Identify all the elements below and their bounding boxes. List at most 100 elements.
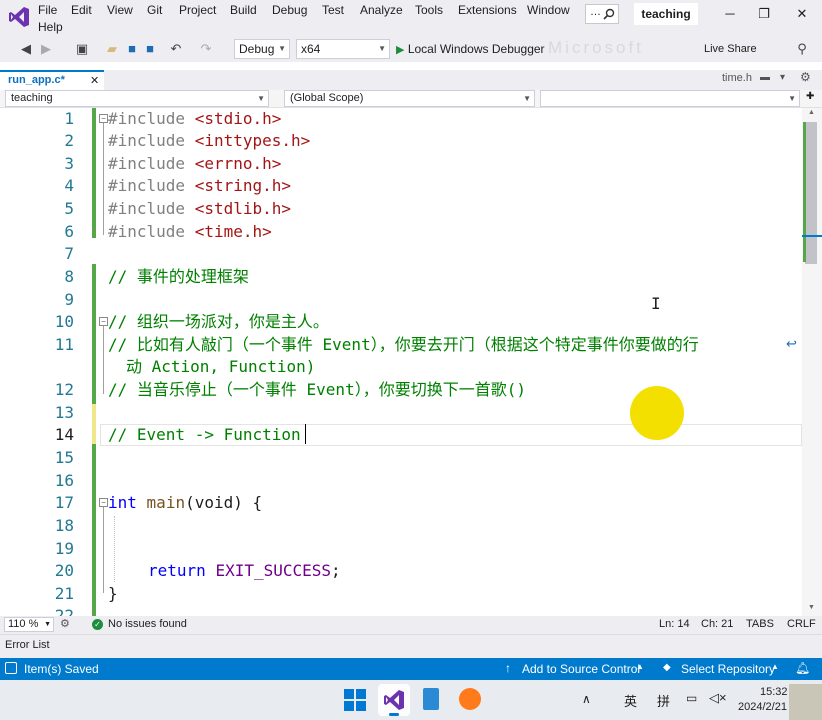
code-line-6: #include <time.h> [108, 222, 272, 241]
error-list-tab[interactable]: Error List [0, 634, 822, 658]
code-editor[interactable]: 1 2 3 4 5 6 7 8 9 10 11 12 13 14 15 16 1… [0, 108, 802, 616]
network-icon[interactable]: ▭ [686, 691, 697, 705]
line-number: 7 [64, 244, 74, 263]
clock-time[interactable]: 15:32 [760, 686, 788, 698]
ime-mode-indicator[interactable]: 拼 [657, 691, 670, 710]
error-list-label[interactable]: Error List [5, 639, 50, 651]
line-number: 2 [64, 131, 74, 150]
clock-date[interactable]: 2024/2/21 [738, 701, 787, 713]
tabs-indicator[interactable]: TABS [746, 618, 774, 630]
collapse-icon[interactable]: − [99, 498, 108, 507]
menu-tools[interactable]: Tools [415, 3, 443, 17]
collapse-icon[interactable]: − [99, 114, 108, 123]
visual-studio-taskbar-button[interactable] [378, 684, 410, 716]
code-line-11: // 比如有人敲门（一个事件 Event），你要去开门（根据这个特定事件你要做的… [108, 335, 699, 354]
restore-button[interactable]: ❐ [752, 4, 776, 24]
line-ending-indicator[interactable]: CRLF [787, 618, 816, 630]
notepad-icon[interactable] [423, 688, 439, 710]
undo-icon[interactable]: ↶ [168, 41, 184, 57]
menu-file[interactable]: File [38, 3, 57, 17]
code-line-10: // 组织一场派对，你是主人。 [108, 312, 329, 331]
line-number: 22 [54, 606, 74, 616]
toolbar: ◀ ▶ ▣ ▰ ■ ■ ↶ ↷ Debug ▼ x64 ▼ ▶ Local Wind… [0, 36, 822, 62]
menu-view[interactable]: View [107, 3, 133, 17]
chevron-down-icon: ▼ [278, 44, 286, 53]
settings-icon[interactable]: ⚙ [800, 70, 811, 84]
split-icon[interactable]: ✚ [806, 91, 814, 102]
scroll-up-icon[interactable]: ▲ [808, 109, 815, 116]
code-line-14: // Event -> Function [108, 425, 301, 444]
notification-bell-icon[interactable]: 🔔︎ [795, 661, 810, 675]
line-number: 1 [64, 109, 74, 128]
menu-git[interactable]: Git [147, 3, 162, 17]
output-icon[interactable] [5, 662, 17, 674]
outline-guide [103, 123, 104, 235]
menu-window[interactable]: Window [527, 3, 570, 17]
redo-icon[interactable]: ↷ [198, 41, 214, 57]
search-box[interactable]: … [585, 4, 619, 24]
code-cleanup-icon[interactable]: ⚙ [60, 617, 70, 630]
tab-list-icon[interactable]: ▾ [780, 72, 785, 83]
menu-edit[interactable]: Edit [71, 3, 92, 17]
line-number: 8 [64, 267, 74, 286]
platform-select[interactable]: x64 ▼ [296, 39, 390, 59]
feedback-icon[interactable]: ⚲ [794, 41, 810, 57]
save-all-icon[interactable]: ■ [142, 41, 158, 57]
minimize-button[interactable]: ─ [718, 4, 742, 24]
line-number: 3 [64, 154, 74, 173]
text-cursor-icon: I [651, 294, 661, 313]
menu-project[interactable]: Project [179, 3, 216, 17]
tab-time-h[interactable]: time.h [722, 72, 752, 84]
start-debugger-button[interactable]: ▶ Local Windows Debugger [396, 40, 545, 58]
code-line-11-wrap: 动 Action, Function) [126, 357, 316, 376]
zoom-select[interactable]: 110 % ▼ [4, 617, 54, 632]
tab-label: run_app.c* [8, 74, 65, 86]
collapse-icon[interactable]: − [99, 317, 108, 326]
scope-select[interactable]: (Global Scope) ▼ [284, 90, 535, 107]
vertical-scrollbar[interactable]: ▲ ▼ [802, 108, 822, 616]
select-repository-button[interactable]: Select Repository [681, 662, 775, 676]
line-number: 10 [54, 312, 74, 331]
issues-status[interactable]: No issues found [108, 618, 187, 630]
configuration-select[interactable]: Debug ▼ [234, 39, 290, 59]
menu-analyze[interactable]: Analyze [360, 3, 403, 17]
pin-icon[interactable]: ▬ [760, 72, 770, 83]
line-number: 11 [54, 335, 74, 354]
close-button[interactable]: ✕ [790, 4, 814, 24]
more-icon: … [590, 6, 601, 18]
line-number: 18 [54, 516, 74, 535]
visual-studio-logo-icon [9, 7, 29, 27]
member-select[interactable]: ▼ [540, 90, 800, 107]
change-indicator [92, 264, 96, 404]
scroll-thumb[interactable] [805, 122, 817, 264]
save-icon[interactable]: ■ [124, 41, 140, 57]
code-line-4: #include <string.h> [108, 176, 292, 195]
close-tab-icon[interactable]: ✕ [90, 74, 99, 87]
project-select[interactable]: teaching ▼ [5, 90, 269, 107]
active-indicator [389, 713, 399, 716]
volume-icon[interactable]: ◁× [709, 690, 727, 706]
firefox-icon[interactable] [459, 688, 481, 710]
save-status: Item(s) Saved [24, 662, 99, 676]
menu-extensions[interactable]: Extensions [458, 3, 517, 17]
ime-language-indicator[interactable]: 英 [624, 691, 637, 710]
windows-start-icon[interactable] [344, 689, 366, 711]
unsaved-change-indicator [92, 404, 96, 444]
line-number: 12 [54, 380, 74, 399]
scroll-down-icon[interactable]: ▼ [808, 604, 815, 611]
menu-help[interactable]: Help [38, 20, 63, 34]
tab-run-app[interactable]: run_app.c* ✕ [0, 70, 104, 90]
line-number: 13 [54, 403, 74, 422]
live-share-button[interactable]: Live Share [704, 43, 757, 55]
add-source-control-button[interactable]: Add to Source Control [522, 662, 640, 676]
forward-icon[interactable]: ▶ [38, 41, 54, 57]
new-project-icon[interactable]: ▣ [74, 41, 90, 57]
menu-build[interactable]: Build [230, 3, 257, 17]
back-icon[interactable]: ◀ [18, 41, 34, 57]
menu-debug[interactable]: Debug [272, 3, 307, 17]
line-number: 20 [54, 561, 74, 580]
menu-test[interactable]: Test [322, 3, 344, 17]
change-map [803, 122, 806, 262]
chevron-up-icon[interactable]: ∧ [582, 692, 591, 706]
open-folder-icon[interactable]: ▰ [104, 41, 120, 57]
